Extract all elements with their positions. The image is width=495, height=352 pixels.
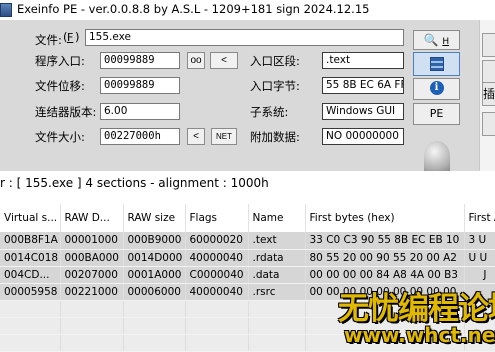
entry-point-label: 程序入口: bbox=[35, 54, 85, 68]
table-cell: 000BA000 bbox=[60, 249, 124, 267]
pe-button[interactable]: PE bbox=[413, 103, 460, 125]
table-cell: J bbox=[464, 266, 495, 284]
stack-icon bbox=[429, 57, 444, 71]
table-cell: 3 U bbox=[464, 232, 495, 250]
entry-arrow-button[interactable]: < bbox=[210, 52, 238, 69]
table-cell: 0014C018 bbox=[0, 249, 61, 267]
linker-label: 连结器版本: bbox=[35, 105, 97, 119]
window-title: Exeinfo PE - ver.0.0.8.8 by A.S.L - 1209… bbox=[17, 2, 370, 16]
column-header[interactable]: RAW D... bbox=[60, 204, 124, 232]
file-label: 文件: bbox=[35, 33, 62, 47]
table-cell: 00207000 bbox=[60, 266, 124, 284]
overlay-field[interactable]: NO 00000000 bbox=[322, 128, 404, 145]
column-header[interactable]: Flags bbox=[185, 204, 249, 232]
file-offset-label: 文件位移: bbox=[35, 79, 85, 93]
table-cell: 40000040 bbox=[185, 249, 249, 267]
table-cell: .rsrc bbox=[248, 283, 306, 301]
table-header-row: Virtual s... RAW D... RAW size Flags Nam… bbox=[0, 204, 495, 232]
watermark-chinese-text: 无忧编程论坛 bbox=[338, 291, 495, 327]
table-cell: 00221000 bbox=[60, 283, 124, 301]
entry-point-field[interactable]: 00099889 bbox=[100, 52, 180, 69]
info-icon: i bbox=[429, 81, 444, 95]
entry-oo-button[interactable]: oo bbox=[187, 52, 205, 69]
table-row[interactable]: 004CD... 00207000 0001A000 C0000040 .dat… bbox=[0, 266, 495, 284]
entry-bytes-label: 入口字节: bbox=[250, 79, 300, 93]
column-header[interactable]: RAW size bbox=[123, 204, 186, 232]
right-strip-button-plugin[interactable]: 插 bbox=[482, 82, 495, 106]
table-cell: 000B8F1A bbox=[0, 232, 61, 250]
right-strip-button-1[interactable] bbox=[482, 33, 495, 57]
app-icon bbox=[0, 3, 12, 17]
sections-info-line: r : [ 155.exe ] 4 sections - alignment :… bbox=[0, 176, 269, 190]
entry-section-label: 入口区段: bbox=[250, 54, 300, 68]
table-cell: 00 00 00 00 84 A8 4A 00 B3 bbox=[305, 266, 465, 284]
table-cell: 00005958 bbox=[0, 283, 61, 301]
file-label-paren-close: ) bbox=[75, 30, 80, 44]
column-header[interactable]: First A bbox=[464, 204, 495, 232]
column-header[interactable]: Virtual s... bbox=[0, 204, 61, 232]
magnifier-icon: 🔍 bbox=[423, 33, 439, 47]
orb-icon bbox=[424, 141, 450, 171]
table-cell: .rdata bbox=[248, 249, 306, 267]
table-cell: 33 C0 C3 90 55 8B EC EB 10 bbox=[305, 232, 465, 250]
table-cell: 40000040 bbox=[185, 283, 249, 301]
table-cell: 004CD... bbox=[0, 266, 61, 284]
table-row[interactable]: 0014C018 000BA000 0014D000 40000040 .rda… bbox=[0, 249, 495, 267]
watermark-url-text: www.whct.net bbox=[344, 323, 495, 347]
right-strip-button-4[interactable] bbox=[482, 112, 495, 136]
right-strip-button-2[interactable] bbox=[482, 60, 495, 84]
linker-field[interactable]: 6.00 bbox=[100, 103, 180, 120]
table-cell: 00006000 bbox=[123, 283, 186, 301]
file-offset-field[interactable]: 00099889 bbox=[100, 77, 180, 94]
entry-section-field[interactable]: .text bbox=[322, 52, 404, 69]
entry-bytes-field[interactable]: 55 8B EC 6A FF bbox=[322, 77, 404, 94]
table-cell: C0000040 bbox=[185, 266, 249, 284]
table-cell: .data bbox=[248, 266, 306, 284]
table-cell: .text bbox=[248, 232, 306, 250]
info-button[interactable]: i bbox=[413, 78, 460, 100]
subsystem-label: 子系统: bbox=[250, 105, 289, 119]
table-cell: 0001A000 bbox=[123, 266, 186, 284]
file-size-field[interactable]: 00227000h bbox=[100, 128, 180, 145]
table-cell: 0014D000 bbox=[123, 249, 186, 267]
table-cell: 60000020 bbox=[185, 232, 249, 250]
subsystem-field[interactable]: Windows GUI bbox=[322, 103, 404, 120]
table-cell: 000B9000 bbox=[123, 232, 186, 250]
title-bar[interactable]: Exeinfo PE - ver.0.0.8.8 by A.S.L - 1209… bbox=[0, 0, 495, 20]
column-header[interactable]: First bytes (hex) bbox=[305, 204, 465, 232]
table-row[interactable]: 000B8F1A 00001000 000B9000 60000020 .tex… bbox=[0, 232, 495, 250]
table-cell: U U bbox=[464, 249, 495, 267]
watermark: 无忧编程论坛 www.whct.net bbox=[330, 283, 495, 351]
search-h-label: H bbox=[442, 37, 450, 47]
file-path-field[interactable]: 155.exe bbox=[85, 29, 404, 46]
column-header[interactable]: Name bbox=[248, 204, 306, 232]
right-panel-strip: 插 bbox=[479, 20, 495, 171]
table-cell: 00001000 bbox=[60, 232, 124, 250]
plugins-button[interactable] bbox=[413, 52, 460, 76]
search-button[interactable]: 🔍 H bbox=[413, 30, 460, 50]
table-cell: 80 55 20 00 90 55 20 00 A2 bbox=[305, 249, 465, 267]
net-button[interactable]: NET bbox=[211, 128, 237, 145]
overlay-label: 附加数据: bbox=[250, 130, 300, 144]
file-size-label: 文件大小: bbox=[35, 130, 85, 144]
file-button[interactable]: F bbox=[67, 31, 73, 44]
file-size-arrow-button[interactable]: < bbox=[187, 128, 205, 145]
exeinfo-window: Exeinfo PE - ver.0.0.8.8 by A.S.L - 1209… bbox=[0, 0, 495, 171]
